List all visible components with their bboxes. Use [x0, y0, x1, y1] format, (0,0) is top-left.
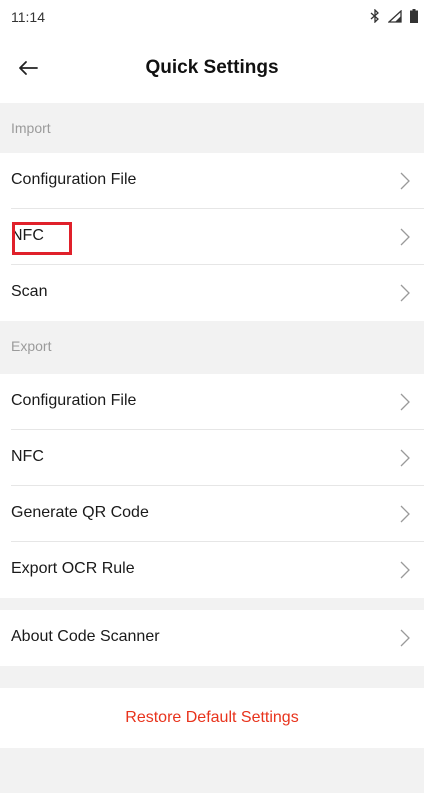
highlight-box	[12, 222, 72, 255]
row-label: About Code Scanner	[11, 628, 160, 645]
status-icons	[370, 9, 418, 23]
app-bar: Quick Settings	[0, 34, 424, 103]
section-header-import: Import	[0, 103, 424, 153]
row-label: NFC	[11, 448, 44, 465]
section-title-export: Export	[11, 338, 52, 354]
chevron-right-icon	[400, 505, 410, 523]
export-configuration-file-row[interactable]: Configuration File	[0, 374, 424, 430]
chevron-right-icon	[400, 284, 410, 302]
restore-default-settings-button[interactable]: Restore Default Settings	[0, 688, 424, 748]
row-label: Configuration File	[11, 392, 137, 409]
section-header-export: Export	[0, 321, 424, 371]
about-code-scanner-row[interactable]: About Code Scanner	[0, 610, 424, 666]
page-title: Quick Settings	[145, 57, 279, 78]
chevron-right-icon	[400, 629, 410, 647]
row-label: Generate QR Code	[11, 504, 149, 521]
status-bar: 11:14	[0, 0, 424, 34]
restore-label: Restore Default Settings	[125, 709, 299, 726]
chevron-right-icon	[400, 172, 410, 190]
row-label: Configuration File	[11, 171, 137, 188]
battery-icon	[410, 9, 418, 23]
bluetooth-icon	[370, 9, 379, 23]
chevron-right-icon	[400, 228, 410, 246]
import-configuration-file-row[interactable]: Configuration File	[0, 153, 424, 209]
export-ocr-rule-row[interactable]: Export OCR Rule	[0, 542, 424, 598]
export-nfc-row[interactable]: NFC	[0, 430, 424, 486]
chevron-right-icon	[400, 393, 410, 411]
generate-qr-code-row[interactable]: Generate QR Code	[0, 486, 424, 542]
row-label: Export OCR Rule	[11, 560, 135, 577]
import-scan-row[interactable]: Scan	[0, 265, 424, 321]
signal-icon	[388, 9, 402, 23]
row-label: Scan	[11, 283, 48, 300]
status-time: 11:14	[11, 9, 45, 25]
section-title-import: Import	[11, 120, 51, 136]
chevron-right-icon	[400, 561, 410, 579]
chevron-right-icon	[400, 449, 410, 467]
